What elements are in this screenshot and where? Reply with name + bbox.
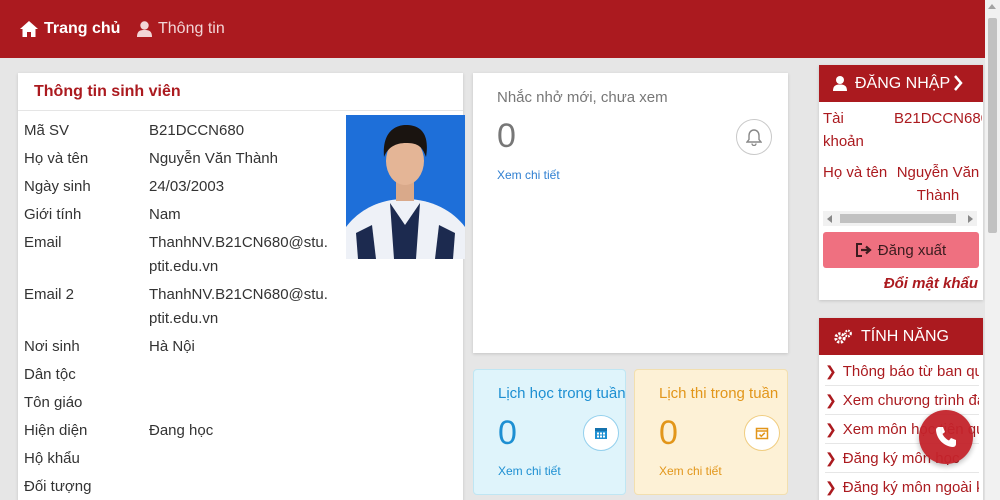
account-label: Tài khoản	[823, 110, 864, 150]
info-row-label: Đối tượng	[24, 478, 92, 495]
info-row-value: Nam	[149, 206, 181, 223]
info-row-label: Ngày sinh	[24, 178, 91, 195]
chevron-right-icon: ❯	[825, 421, 837, 437]
account-value: B21DCCN680	[894, 110, 982, 127]
reminder-card: Nhắc nhở mới, chưa xem 0 Xem chi tiết	[473, 73, 788, 353]
phone-call-button[interactable]	[919, 410, 973, 464]
top-navbar: Trang chủ Thông tin	[0, 0, 985, 58]
scroll-right-icon[interactable]	[968, 215, 973, 223]
info-row-label: Họ và tên	[24, 150, 89, 167]
features-panel-header: TÍNH NĂNG	[819, 318, 983, 355]
feature-item[interactable]: ❯ Đăng ký môn ngoài kế hoạch	[825, 474, 979, 500]
info-row-label: Tôn giáo	[24, 394, 83, 411]
scroll-left-icon[interactable]	[827, 215, 832, 223]
exam-schedule-detail-link[interactable]: Xem chi tiết	[659, 464, 722, 478]
nav-info[interactable]: Thông tin	[137, 0, 225, 58]
features-panel-title: TÍNH NĂNG	[861, 327, 949, 345]
info-row-label: Nơi sinh	[24, 338, 80, 355]
info-row-label: Email 2	[24, 286, 75, 303]
feature-item-label: Thông báo từ ban quản trị	[842, 363, 979, 380]
sign-out-icon	[855, 243, 872, 257]
chevron-right-icon: ❯	[825, 363, 837, 379]
feature-item-label: Đăng ký môn ngoài kế hoạch	[842, 479, 979, 496]
logout-button[interactable]: Đăng xuất	[823, 232, 979, 268]
chevron-right-icon: ❯	[825, 479, 837, 495]
info-row-label: Hiện diện	[24, 422, 88, 439]
exam-schedule-count: 0	[659, 414, 678, 452]
home-icon	[20, 21, 38, 37]
hscroll-thumb[interactable]	[840, 214, 956, 223]
reminder-title: Nhắc nhở mới, chưa xem	[497, 89, 668, 106]
name-value: Nguyễn Văn Thành	[896, 164, 980, 204]
info-row-label: Hộ khẩu	[24, 450, 80, 467]
page-scrollbar[interactable]	[985, 0, 1000, 500]
chevron-right-icon: ❯	[825, 392, 837, 408]
name-label: Họ và tên	[823, 164, 888, 181]
scrollbar-thumb[interactable]	[988, 18, 997, 233]
info-row-label: Dân tộc	[24, 366, 76, 383]
login-panel-hscrollbar[interactable]	[823, 211, 977, 226]
chevron-right-icon	[954, 75, 963, 91]
scroll-up-icon[interactable]	[988, 4, 996, 9]
bell-icon	[736, 119, 772, 155]
study-schedule-title: Lịch học trong tuần	[498, 385, 626, 402]
info-row-label: Email	[24, 234, 62, 251]
info-row-label: Giới tính	[24, 206, 82, 223]
calendar-check-icon	[744, 415, 780, 451]
feature-item-label: Xem chương trình đào tạo	[842, 392, 979, 409]
exam-schedule-title: Lịch thi trong tuần	[659, 385, 779, 402]
login-panel-title: ĐĂNG NHẬP	[855, 74, 951, 92]
calendar-icon	[583, 415, 619, 451]
login-panel-header[interactable]: ĐĂNG NHẬP	[819, 65, 983, 102]
reminder-count: 0	[497, 117, 516, 155]
info-row-value: Nguyễn Văn Thành	[149, 150, 278, 167]
info-row-value: B21DCCN680	[149, 122, 245, 139]
gears-icon	[834, 329, 852, 344]
reminder-detail-link[interactable]: Xem chi tiết	[497, 168, 560, 182]
feature-item[interactable]: ❯ Thông báo từ ban quản trị	[825, 358, 979, 386]
info-row-value: Hà Nội	[149, 338, 195, 355]
nav-info-label: Thông tin	[158, 20, 225, 37]
phone-icon	[936, 427, 956, 447]
change-password-link[interactable]: Đổi mật khẩu	[884, 275, 978, 292]
study-schedule-count: 0	[498, 414, 517, 452]
info-row-label: Mã SV	[24, 122, 70, 139]
feature-item[interactable]: ❯ Xem chương trình đào tạo	[825, 387, 979, 415]
user-icon	[137, 21, 152, 37]
info-row-value: ThanhNV.B21CN680@stu.ptit.edu.vn	[149, 234, 328, 275]
student-info-title: Thông tin sinh viên	[18, 73, 463, 111]
study-schedule-detail-link[interactable]: Xem chi tiết	[498, 464, 561, 478]
chevron-right-icon: ❯	[825, 450, 837, 466]
nav-home-label: Trang chủ	[44, 20, 121, 37]
nav-home[interactable]: Trang chủ	[20, 0, 120, 58]
user-icon	[833, 76, 847, 91]
info-row-value: Đang học	[149, 422, 214, 439]
logout-label: Đăng xuất	[877, 241, 947, 259]
student-photo	[346, 115, 465, 259]
info-row-value: 24/03/2003	[149, 178, 225, 195]
study-schedule-card: Lịch học trong tuần 0 Xem chi tiết	[473, 369, 626, 495]
exam-schedule-card: Lịch thi trong tuần 0 Xem chi tiết	[634, 369, 788, 495]
info-row-value: ThanhNV.B21CN680@stu.ptit.edu.vn	[149, 286, 328, 327]
